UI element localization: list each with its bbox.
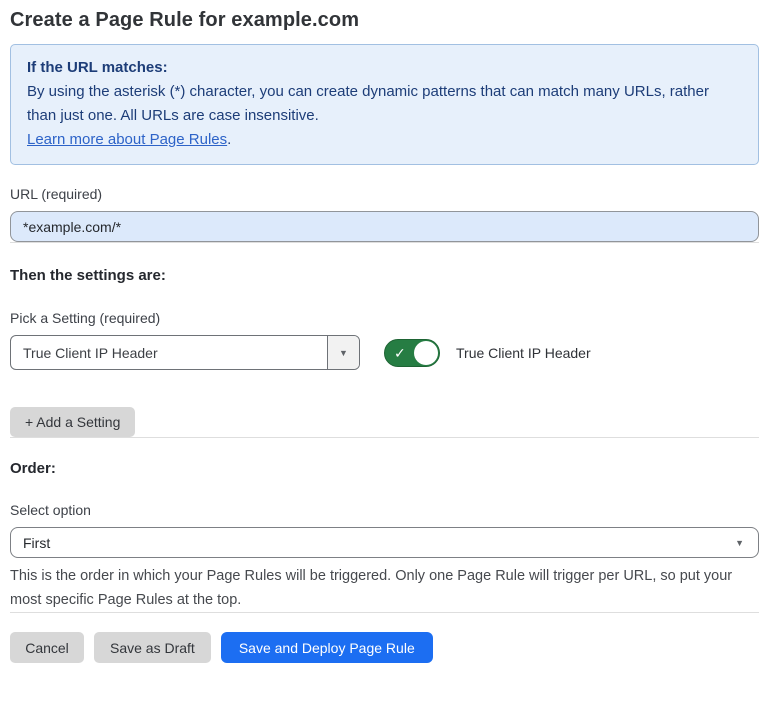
true-client-ip-toggle[interactable]: ✓ [384, 339, 440, 367]
setting-row: True Client IP Header ▼ ✓ True Client IP… [10, 335, 759, 370]
url-input[interactable] [10, 211, 759, 242]
info-box-body: By using the asterisk (*) character, you… [27, 80, 742, 128]
cancel-button[interactable]: Cancel [10, 632, 84, 663]
divider [10, 612, 759, 613]
add-setting-button[interactable]: + Add a Setting [10, 407, 135, 437]
order-select-label: Select option [10, 502, 759, 519]
form-actions: Cancel Save as Draft Save and Deploy Pag… [10, 632, 759, 663]
chevron-down-icon: ▼ [339, 348, 348, 358]
order-select-value: First [23, 535, 50, 551]
chevron-down-icon: ▼ [735, 538, 744, 548]
info-box-heading: If the URL matches: [27, 56, 742, 80]
divider [10, 437, 759, 438]
toggle-label: True Client IP Header [456, 345, 591, 361]
url-field-label: URL (required) [10, 186, 759, 203]
save-as-draft-button[interactable]: Save as Draft [94, 632, 211, 663]
settings-section-heading: Then the settings are: [10, 267, 759, 285]
link-suffix: . [227, 131, 231, 148]
divider [10, 242, 759, 243]
info-box-link-line: Learn more about Page Rules. [27, 128, 742, 152]
order-select[interactable]: First ▼ [10, 527, 759, 558]
order-section-heading: Order: [10, 460, 759, 478]
setting-select-value: True Client IP Header [11, 336, 327, 369]
toggle-knob [414, 341, 438, 365]
url-match-info-box: If the URL matches: By using the asteris… [10, 44, 759, 165]
create-page-rule-form: Create a Page Rule for example.com If th… [0, 0, 769, 708]
learn-more-link[interactable]: Learn more about Page Rules [27, 131, 227, 148]
setting-select-arrow-button[interactable]: ▼ [327, 336, 359, 369]
page-title: Create a Page Rule for example.com [10, 0, 759, 34]
save-and-deploy-button[interactable]: Save and Deploy Page Rule [221, 632, 433, 663]
true-client-ip-toggle-group: ✓ True Client IP Header [384, 339, 591, 367]
check-icon: ✓ [394, 346, 406, 360]
order-help-text: This is the order in which your Page Rul… [10, 564, 759, 612]
setting-select[interactable]: True Client IP Header ▼ [10, 335, 360, 370]
pick-setting-label: Pick a Setting (required) [10, 310, 759, 327]
